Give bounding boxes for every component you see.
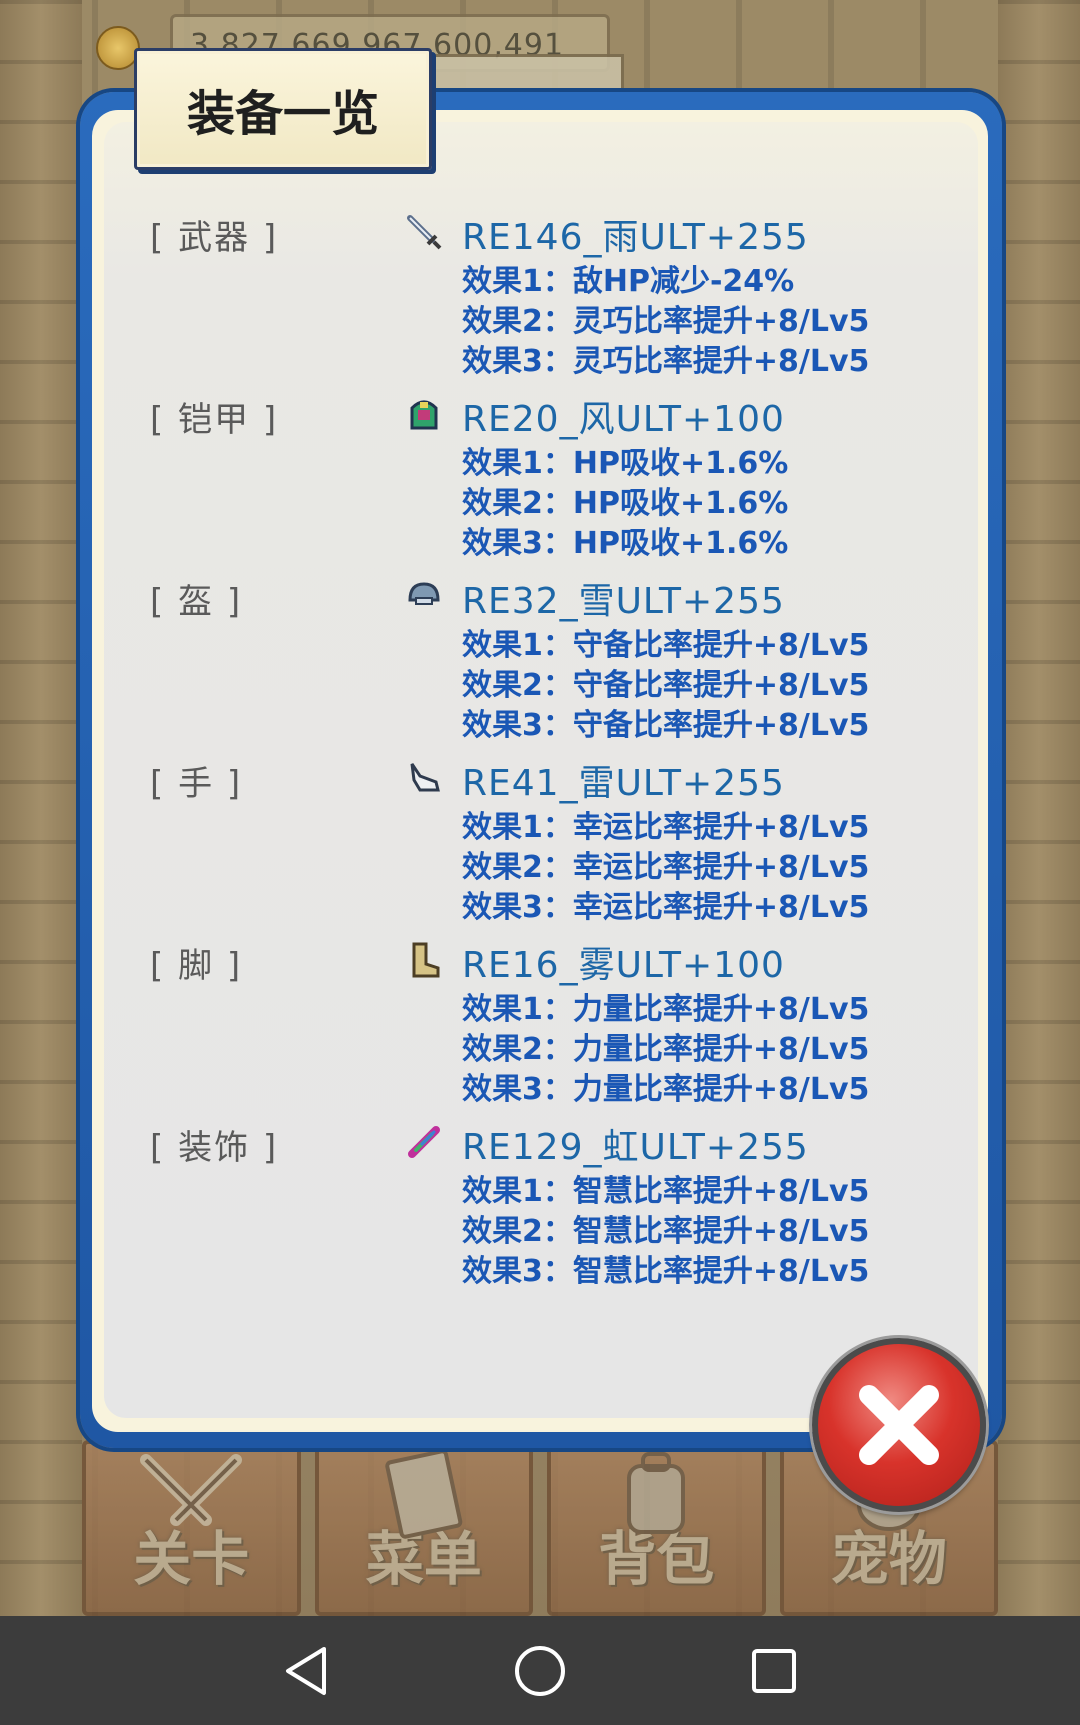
equipment-row-weapon[interactable]: [ 武器 ] RE146_雨ULT+255 效果1：敌HP减少-24% 效果2：… (0, 215, 1080, 396)
effect-line: 效果1：HP吸收+1.6% (462, 446, 789, 481)
effect-line: 效果2：HP吸收+1.6% (462, 486, 789, 521)
nav-stage-button[interactable]: 关卡 (82, 1440, 301, 1616)
helmet-icon (408, 582, 440, 605)
effect-line: 效果2：力量比率提升+8/Lv5 (462, 1032, 870, 1067)
equipment-row-helmet[interactable]: [ 盔 ] RE32_雪ULT+255 效果1：守备比率提升+8/Lv5 效果2… (0, 580, 1080, 760)
effect-line: 效果3：智慧比率提升+8/Lv5 (462, 1254, 870, 1289)
sword-icon (407, 215, 442, 250)
back-triangle-icon (286, 1646, 326, 1695)
slot-label: [ 装饰 ] (150, 1128, 279, 1168)
close-button[interactable] (812, 1338, 986, 1512)
item-name: RE32_雪ULT+255 (462, 581, 785, 622)
item-name: RE146_雨ULT+255 (462, 217, 809, 258)
effect-line: 效果1：敌HP减少-24% (462, 264, 795, 299)
effect-line: 效果1：力量比率提升+8/Lv5 (462, 992, 870, 1027)
effect-line: 效果1：守备比率提升+8/Lv5 (462, 628, 870, 663)
armor-icon (410, 400, 438, 430)
nav-bag-button[interactable]: 背包 (547, 1440, 766, 1616)
effect-line: 效果2：智慧比率提升+8/Lv5 (462, 1214, 870, 1249)
close-x-icon (859, 1385, 939, 1465)
slot-label: [ 铠甲 ] (150, 400, 279, 440)
effect-line: 效果2：灵巧比率提升+8/Lv5 (462, 304, 870, 339)
effect-line: 效果2：守备比率提升+8/Lv5 (462, 668, 870, 703)
effect-line: 效果1：幸运比率提升+8/Lv5 (462, 810, 870, 845)
equipment-row-feet[interactable]: [ 脚 ] RE16_雾ULT+100 效果1：力量比率提升+8/Lv5 效果2… (0, 942, 1080, 1124)
effect-line: 效果2：幸运比率提升+8/Lv5 (462, 850, 870, 885)
modal-title-tab: 装备一览 (134, 48, 432, 170)
home-circle-icon (515, 1645, 565, 1696)
effect-line: 效果3：守备比率提升+8/Lv5 (462, 708, 870, 743)
crossed-swords-icon (140, 1454, 243, 1526)
item-name: RE129_虹ULT+255 (462, 1127, 809, 1168)
system-back-button[interactable] (263, 1628, 349, 1714)
feather-accessory-icon (408, 1126, 440, 1158)
item-name: RE16_雾ULT+100 (462, 945, 785, 986)
backpack-icon (627, 1452, 686, 1534)
slot-label: [ 盔 ] (150, 582, 243, 622)
effect-line: 效果3：HP吸收+1.6% (462, 526, 789, 561)
equipment-row-armor[interactable]: [ 铠甲 ] RE20_风ULT+100 效果1：HP吸收+1.6% 效果2：H… (0, 398, 1080, 578)
modal-title: 装备一览 (186, 86, 379, 142)
slot-label: [ 脚 ] (150, 946, 243, 986)
book-icon (385, 1450, 463, 1539)
system-home-button[interactable] (497, 1628, 583, 1714)
effect-line: 效果3：灵巧比率提升+8/Lv5 (462, 344, 870, 379)
effect-line: 效果3：力量比率提升+8/Lv5 (462, 1072, 870, 1107)
glove-icon (410, 763, 440, 792)
boot-icon (412, 942, 440, 978)
equipment-row-hand[interactable]: [ 手 ] RE41_雷ULT+255 效果1：幸运比率提升+8/Lv5 效果2… (0, 762, 1080, 942)
effect-line: 效果1：智慧比率提升+8/Lv5 (462, 1174, 870, 1209)
system-recents-button[interactable] (731, 1628, 817, 1714)
nav-menu-button[interactable]: 菜单 (314, 1440, 533, 1616)
effect-line: 效果3：幸运比率提升+8/Lv5 (462, 890, 870, 925)
item-name: RE20_风ULT+100 (462, 399, 785, 440)
slot-label: [ 手 ] (150, 764, 243, 804)
slot-label: [ 武器 ] (150, 218, 279, 258)
recents-square-icon (752, 1648, 796, 1693)
equipment-row-accessory[interactable]: [ 装饰 ] RE129_虹ULT+255 效果1：智慧比率提升+8/Lv5 效… (0, 1126, 1080, 1306)
system-navigation-bar (0, 1616, 1080, 1725)
item-name: RE41_雷ULT+255 (462, 763, 785, 804)
